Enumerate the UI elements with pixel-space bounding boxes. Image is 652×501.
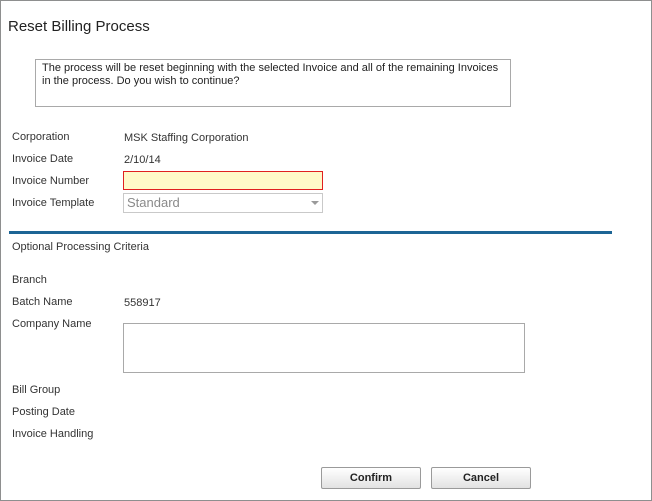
- dialog-title: Reset Billing Process: [8, 18, 150, 35]
- section-divider: [9, 231, 612, 234]
- confirm-button[interactable]: Confirm: [321, 467, 421, 489]
- invoice-handling-label: Invoice Handling: [12, 428, 94, 440]
- invoice-template-select[interactable]: Standard: [123, 193, 323, 213]
- branch-label: Branch: [12, 274, 47, 286]
- corporation-value: MSK Staffing Corporation: [124, 132, 249, 144]
- optional-section-title: Optional Processing Criteria: [12, 241, 149, 253]
- company-name-field[interactable]: [123, 323, 525, 373]
- invoice-template-selected: Standard: [127, 195, 180, 210]
- cancel-button[interactable]: Cancel: [431, 467, 531, 489]
- invoice-template-label: Invoice Template: [12, 197, 95, 209]
- batch-name-label: Batch Name: [12, 296, 73, 308]
- reset-billing-dialog: Reset Billing Process The process will b…: [0, 0, 652, 501]
- invoice-date-value: 2/10/14: [124, 154, 161, 166]
- corporation-label: Corporation: [12, 131, 70, 143]
- posting-date-label: Posting Date: [12, 406, 75, 418]
- batch-name-value: 558917: [124, 297, 161, 309]
- chevron-down-icon: [311, 201, 319, 205]
- bill-group-label: Bill Group: [12, 384, 61, 396]
- invoice-date-label: Invoice Date: [12, 153, 74, 165]
- invoice-number-input[interactable]: [123, 171, 323, 190]
- company-name-label: Company Name: [12, 318, 92, 330]
- confirmation-message: The process will be reset beginning with…: [35, 59, 511, 107]
- invoice-number-label: Invoice Number: [12, 175, 90, 187]
